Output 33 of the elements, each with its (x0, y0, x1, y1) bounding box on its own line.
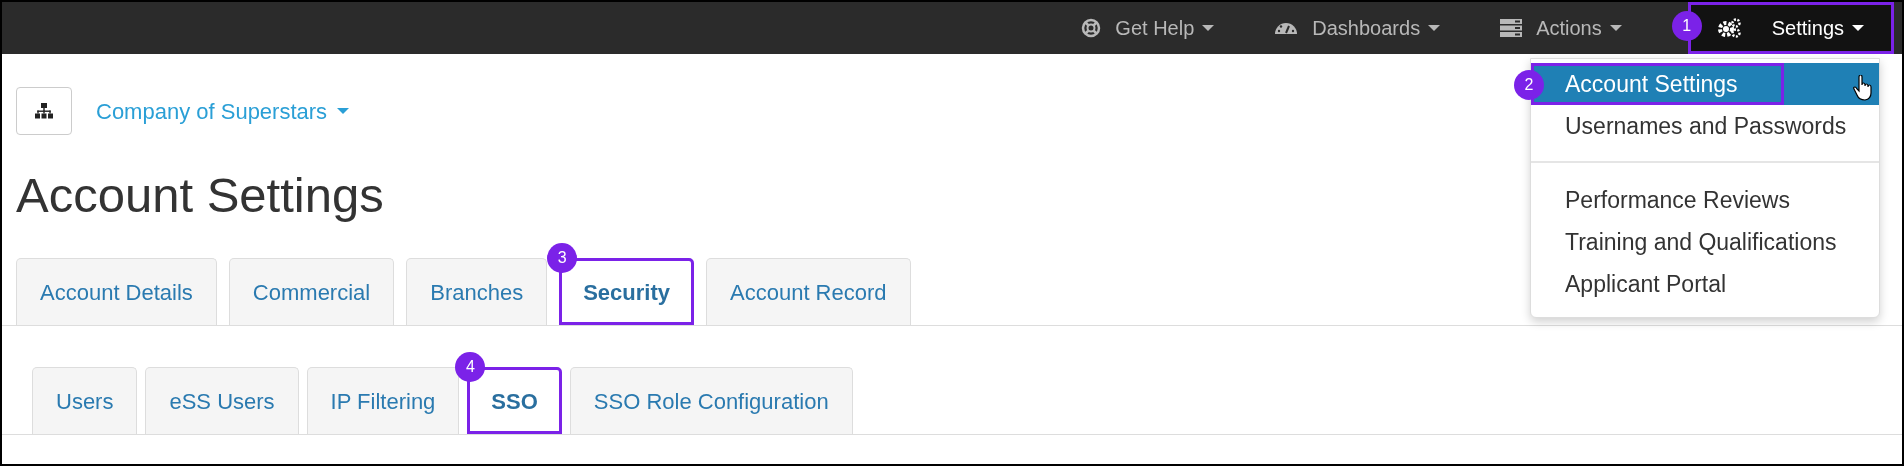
gauge-icon (1274, 21, 1299, 35)
page-title: Account Settings (16, 171, 384, 220)
caret-icon (1202, 25, 1215, 31)
tab[interactable]: Branches (406, 258, 548, 325)
gears-icon (1717, 18, 1742, 38)
callout-badge: 4 (455, 352, 486, 382)
company-dropdown[interactable]: Company of Superstars (96, 94, 350, 128)
sitemap-icon (35, 103, 53, 119)
sub-tab[interactable]: Users (32, 367, 138, 434)
lifebuoy-icon (1081, 18, 1102, 38)
dropdown-item[interactable]: Applicant Portal (1531, 263, 1879, 305)
tab[interactable]: Account Details (16, 258, 217, 325)
caret-icon (1609, 25, 1622, 31)
dropdown-item[interactable]: Performance Reviews (1531, 179, 1879, 221)
hand-cursor-icon (1853, 75, 1873, 101)
caret-icon (1852, 25, 1864, 31)
callout-badge: 3 (547, 243, 578, 273)
callout-badge: 1 (1671, 11, 1702, 41)
sub-tab[interactable]: eSS Users (145, 367, 299, 434)
sub-tab[interactable]: SSO Role Configuration (569, 367, 853, 434)
dropdown-item[interactable]: Usernames and Passwords (1531, 105, 1879, 147)
nav-menu-item[interactable]: Actions (1470, 2, 1652, 54)
sub-tab[interactable]: IP Filtering (306, 367, 460, 434)
nav-menu-item[interactable]: Get Help (1051, 2, 1245, 54)
caret-icon (337, 108, 350, 114)
tab[interactable]: Account Record (706, 258, 911, 325)
nav-menu-item[interactable]: Dashboards (1244, 2, 1471, 54)
caret-icon (1428, 25, 1441, 31)
tab[interactable]: Commercial (228, 258, 395, 325)
callout-badge: 2 (1514, 70, 1544, 100)
dropdown-item[interactable]: Training and Qualifications (1531, 221, 1879, 263)
server-icon (1500, 19, 1523, 37)
org-chart-button[interactable] (16, 87, 72, 135)
